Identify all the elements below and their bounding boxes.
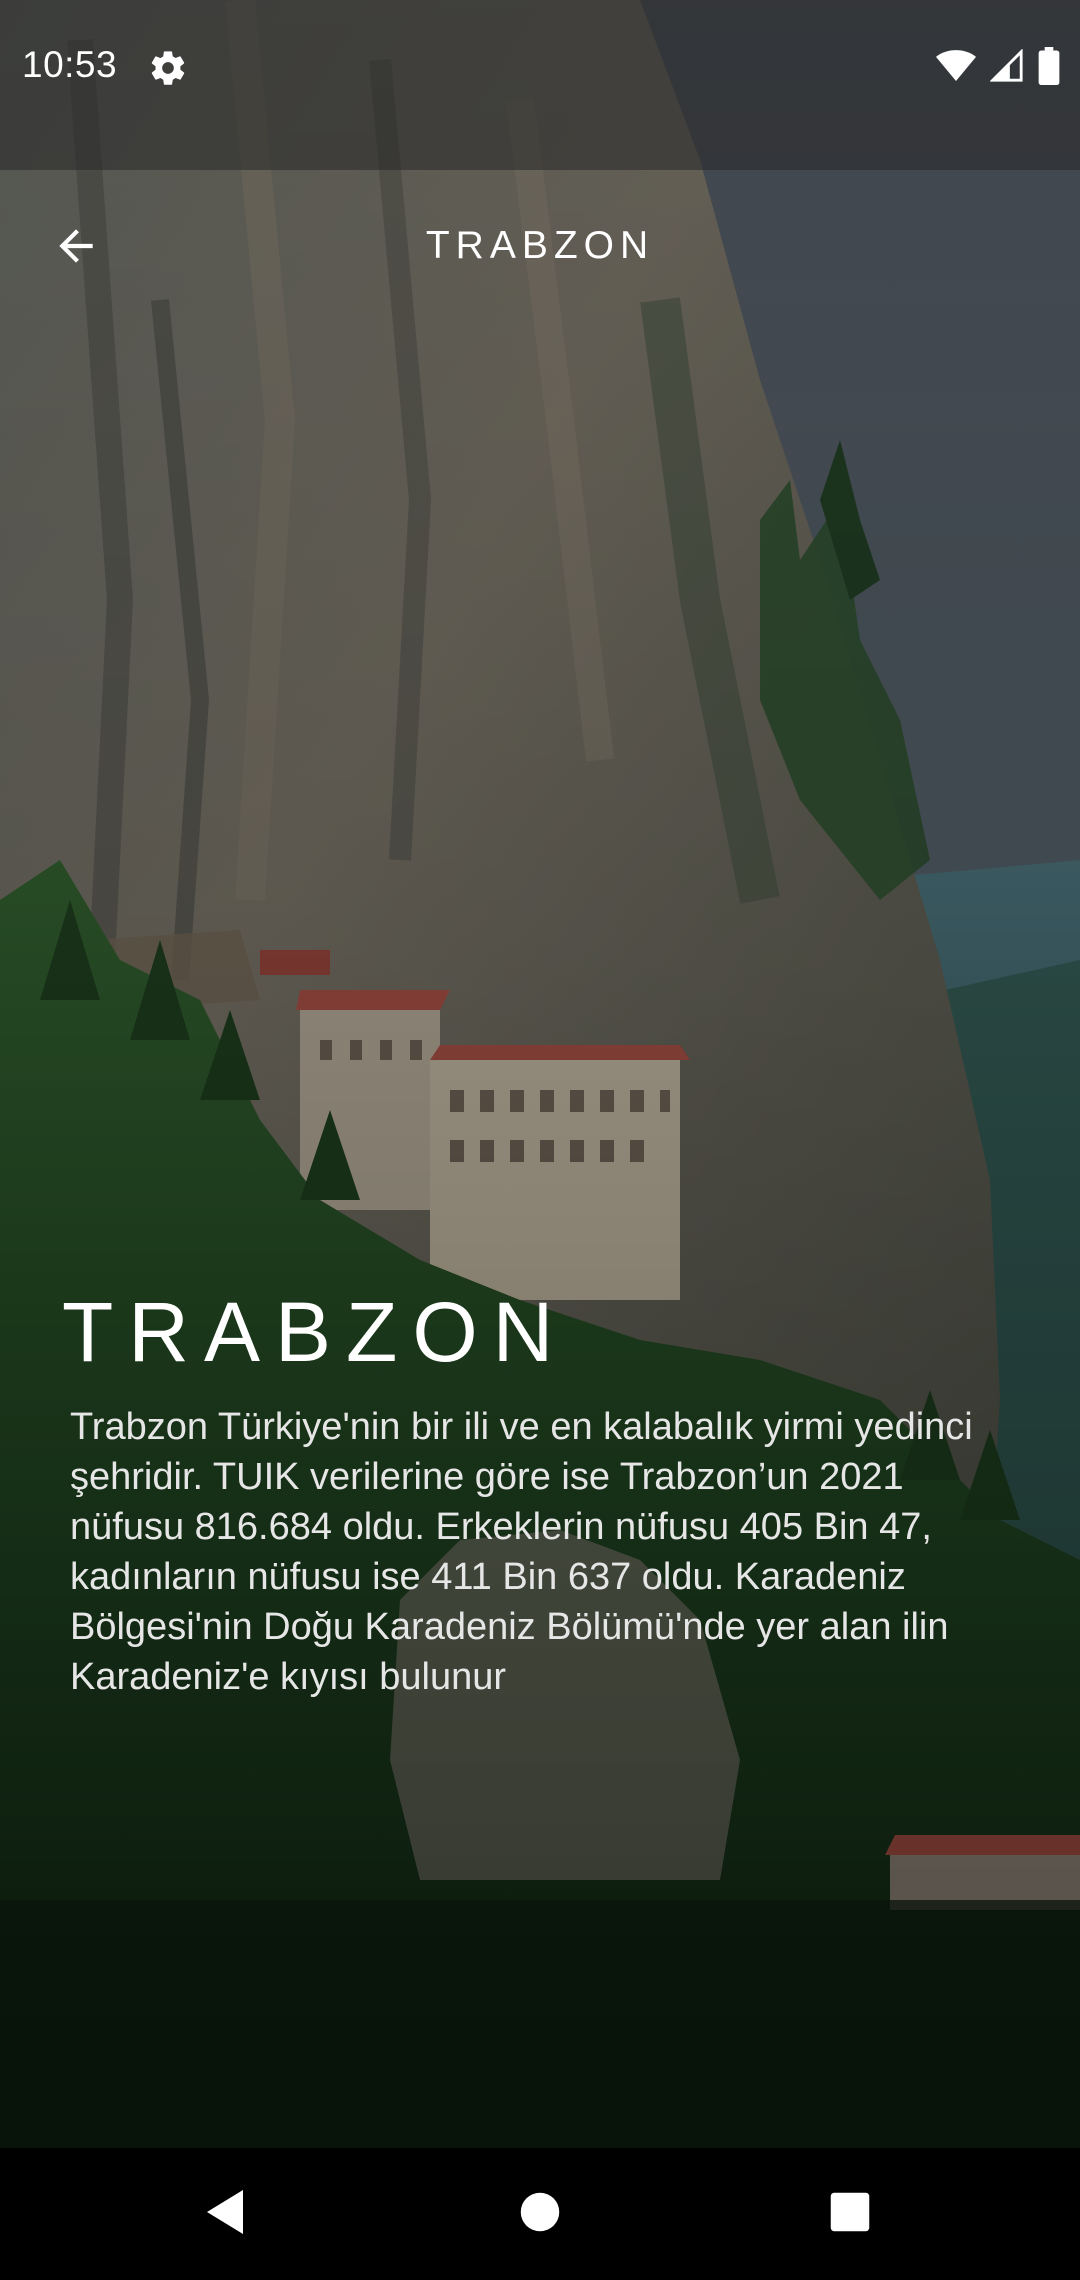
- nav-recents-button[interactable]: [810, 2174, 890, 2254]
- city-description: Trabzon Türkiye'nin bir ili ve en kalaba…: [70, 1406, 973, 1698]
- app-bar: TRABZON: [0, 190, 1080, 306]
- status-time: 10:53: [22, 44, 118, 85]
- city-info: TRABZON Trabzon Türkiye'nin bir ili ve e…: [62, 1280, 1022, 1702]
- status-icons: [936, 46, 1060, 90]
- status-bar: 10:53: [0, 0, 1080, 170]
- home-circle-icon: [519, 2191, 561, 2238]
- nav-back-button[interactable]: [185, 2174, 265, 2254]
- screen: 10:53 TRABZON TRABZON Trabzon Türkiye'ni…: [0, 0, 1080, 2280]
- signal-icon: [989, 47, 1024, 88]
- nav-home-button[interactable]: [500, 2174, 580, 2254]
- city-title: TRABZON: [62, 1285, 569, 1379]
- recents-square-icon: [829, 2191, 871, 2238]
- gear-icon: [148, 48, 188, 88]
- app-bar-title: TRABZON: [425, 224, 655, 267]
- background-image: [0, 0, 1080, 2148]
- navigation-bar: [0, 2148, 1080, 2280]
- back-triangle-icon: [203, 2188, 247, 2241]
- wifi-icon: [936, 49, 976, 88]
- battery-icon: [1038, 46, 1060, 90]
